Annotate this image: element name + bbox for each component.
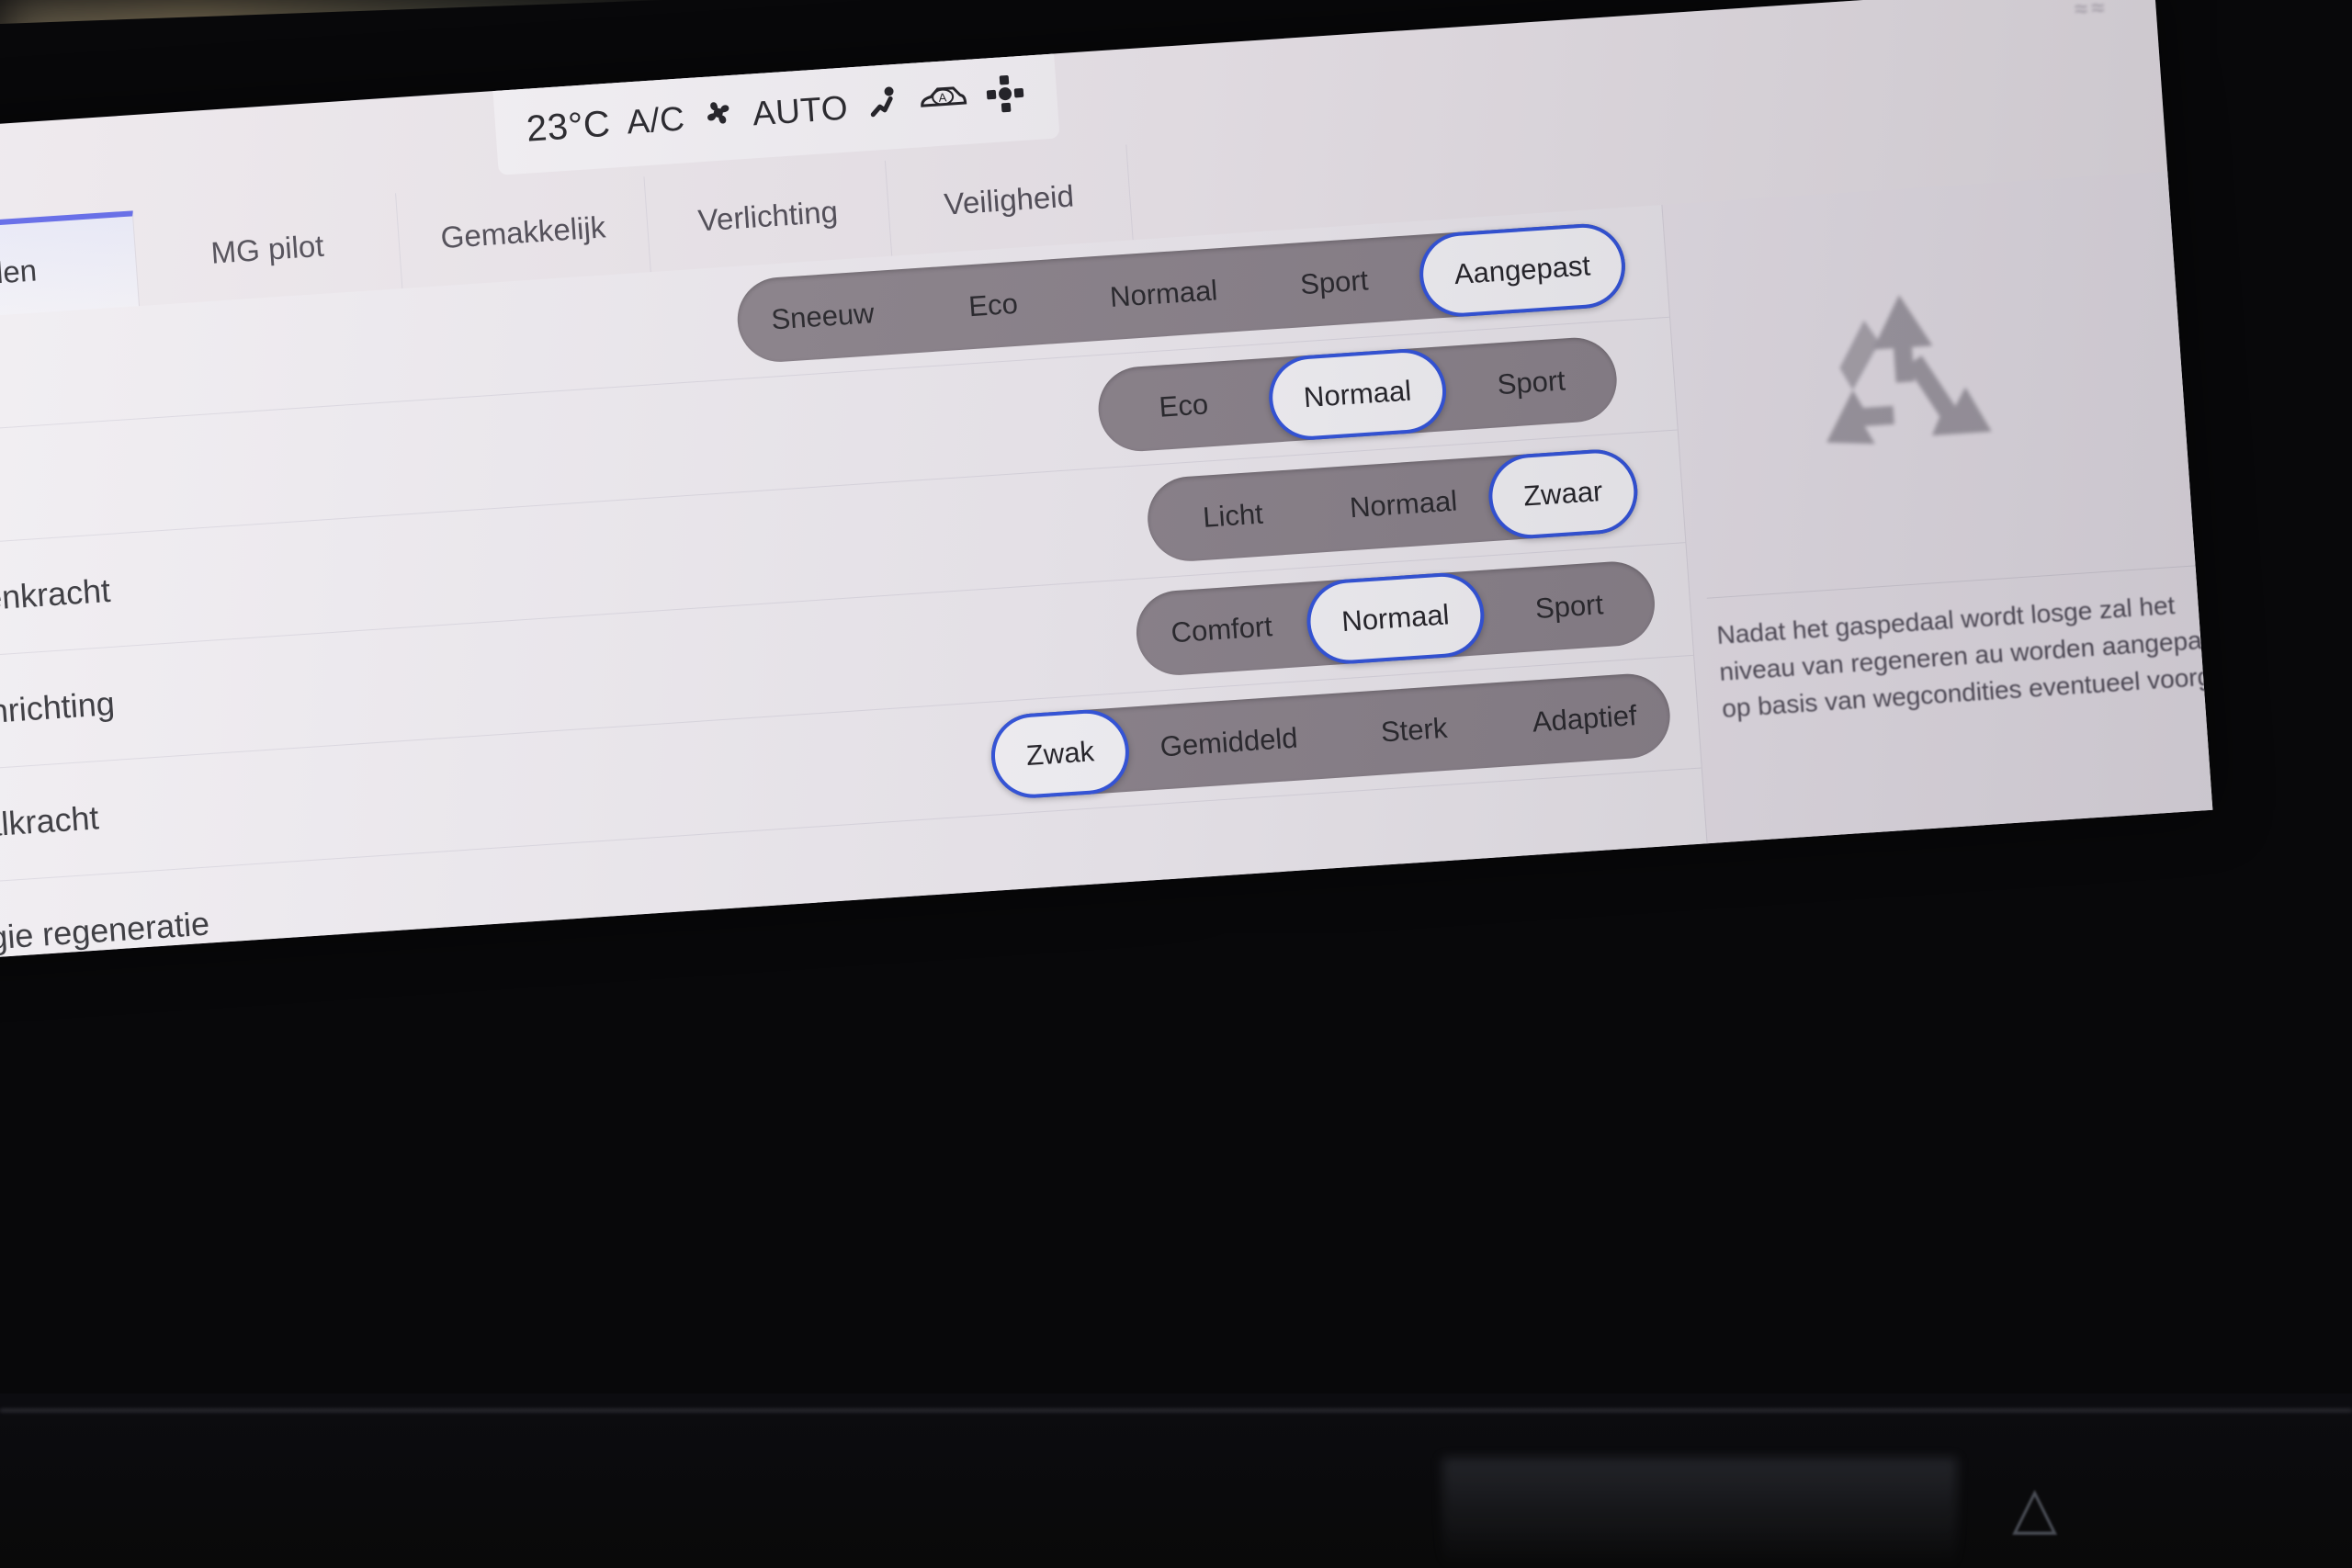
segment-option[interactable]: Sneeuw — [734, 269, 910, 365]
tab-label: Gemakkelijk — [439, 209, 607, 255]
dashboard-surface — [0, 1393, 2352, 1568]
infotainment-screen: & Easy ≈≈ 23°C A/C AUTO — [0, 0, 2213, 964]
tab-label: Veiligheid — [943, 178, 1076, 221]
four-way-vent-icon[interactable] — [984, 72, 1028, 123]
segment-option[interactable]: Sport — [1246, 235, 1422, 331]
screen-edge-glow — [0, 1409, 2352, 1412]
segment-option-selected[interactable]: Normaal — [1304, 570, 1487, 667]
row-label: ...aardenkracht — [0, 570, 112, 624]
photo-frame: & Easy ≈≈ 23°C A/C AUTO — [0, 0, 2352, 1568]
info-description: Nadat het gaspedaal wordt losge zal het … — [1715, 591, 2213, 723]
tab-veiligheid[interactable]: Veiligheid — [885, 144, 1134, 256]
segment-option-selected[interactable]: Zwaar — [1486, 446, 1641, 542]
segment-option-selected[interactable]: Aangepast — [1416, 220, 1629, 320]
segment-option-selected[interactable]: Zwak — [988, 706, 1133, 801]
hardware-button-glyph[interactable]: △ — [2012, 1473, 2057, 1542]
row-label: Pedaalkracht — [0, 798, 100, 850]
climate-temperature[interactable]: 23°C — [526, 103, 612, 150]
info-panel: Nadat het gaspedaal wordt losge zal het … — [1661, 171, 2213, 844]
status-indicator: ≈≈ — [2073, 0, 2109, 23]
tab-label: ...jden — [0, 253, 39, 293]
tab-label: Verlichting — [696, 194, 840, 238]
settings-list: Sneeuw Eco Normaal Sport Aangepast ...od… — [0, 205, 1707, 964]
row-label: ...tuurinrichting — [0, 683, 117, 737]
segment-option[interactable]: Sterk — [1326, 682, 1502, 778]
tab-verlichting[interactable]: Verlichting — [644, 160, 893, 273]
climate-ac-label[interactable]: A/C — [626, 99, 686, 141]
segment-option[interactable]: Eco — [1095, 358, 1272, 454]
segment-option[interactable]: Sport — [1481, 559, 1657, 655]
seat-airflow-icon[interactable] — [863, 82, 902, 130]
segmented-control-stuurinrichting[interactable]: Comfort Normaal Sport — [1133, 558, 1658, 678]
svg-text:A: A — [938, 90, 947, 105]
segmented-control-rijmodi[interactable]: Eco Normaal Sport — [1095, 334, 1620, 455]
fan-icon[interactable] — [700, 94, 738, 139]
segment-option-selected[interactable]: Normaal — [1265, 346, 1450, 443]
segment-option[interactable]: Eco — [905, 257, 1081, 353]
tab-label: MG pilot — [209, 228, 325, 270]
segment-option[interactable]: Comfort — [1134, 582, 1310, 678]
segment-option[interactable]: Normaal — [1316, 457, 1492, 552]
recycle-icon — [1778, 265, 2032, 510]
dashboard-reflection — [1442, 1458, 1957, 1568]
climate-auto-label[interactable]: AUTO — [752, 89, 850, 134]
segment-option[interactable]: Licht — [1145, 468, 1321, 564]
tab-gemakkelijk[interactable]: Gemakkelijk — [396, 176, 651, 289]
segment-option[interactable]: Adaptief — [1497, 671, 1673, 767]
segment-option[interactable]: Gemiddeld — [1126, 694, 1332, 791]
car-auto-icon[interactable]: A — [916, 80, 970, 123]
segment-option[interactable]: Normaal — [1076, 246, 1252, 342]
tab-mg-pilot[interactable]: MG pilot — [132, 193, 403, 307]
segmented-control-paardenkracht[interactable]: Licht Normaal Zwaar — [1144, 446, 1641, 564]
segment-option[interactable]: Sport — [1443, 335, 1620, 431]
